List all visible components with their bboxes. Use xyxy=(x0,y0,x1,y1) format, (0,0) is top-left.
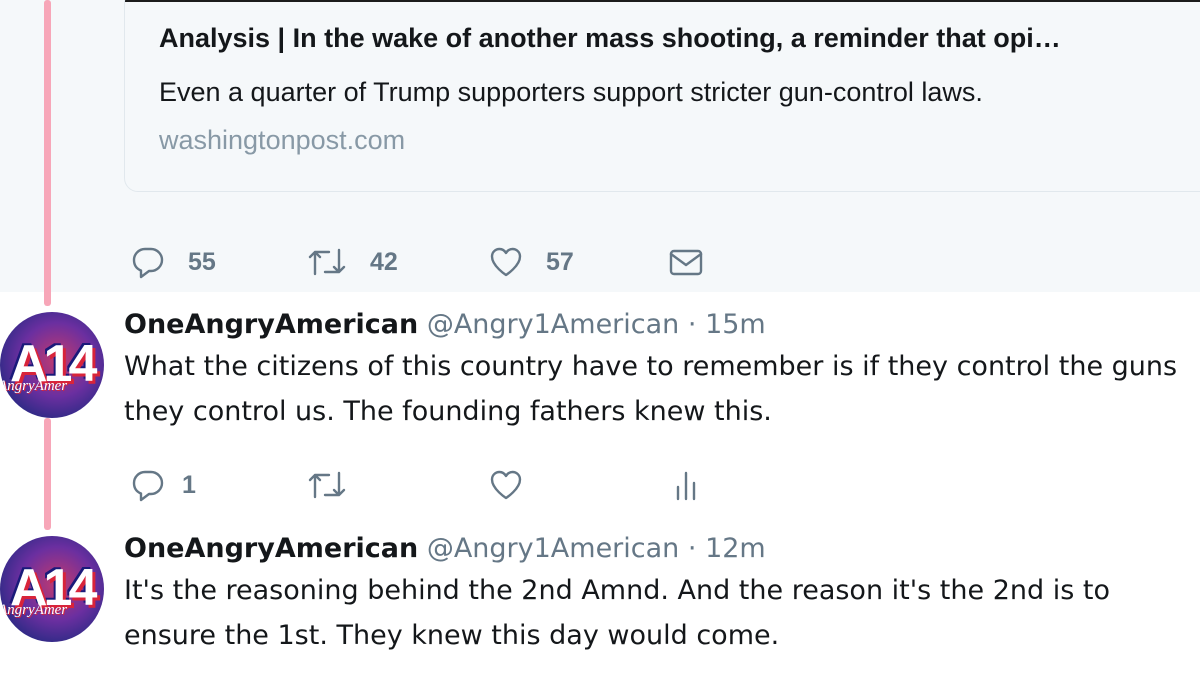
like-button[interactable] xyxy=(488,468,524,502)
original-tweet: Analysis | In the wake of another mass s… xyxy=(0,0,1200,292)
link-card-description: Even a quarter of Trump supporters suppo… xyxy=(159,77,983,107)
link-card-domain: washingtonpost.com xyxy=(159,125,406,155)
thread-line xyxy=(44,0,51,306)
retweet-icon xyxy=(308,248,346,276)
avatar-logo-subtext: AngryAmer xyxy=(0,378,68,394)
separator-dot: · xyxy=(687,309,697,340)
retweet-count: 42 xyxy=(370,247,398,276)
tweet-header: OneAngryAmerican @Angry1American · 12m xyxy=(124,532,766,566)
analytics-icon xyxy=(676,471,696,501)
link-card-image xyxy=(125,0,1200,2)
retweet-button[interactable]: 42 xyxy=(306,245,398,279)
reply-button[interactable]: 1 xyxy=(130,468,196,502)
tweet-header: OneAngryAmerican @Angry1American · 15m xyxy=(124,308,766,342)
like-icon xyxy=(490,247,522,277)
thread-line xyxy=(44,418,51,530)
separator-dot: · xyxy=(687,533,697,564)
tweet-text: What the citizens of this country have t… xyxy=(124,351,1178,427)
link-card-title[interactable]: Analysis | In the wake of another mass s… xyxy=(159,21,1200,55)
analytics-button[interactable] xyxy=(668,468,704,502)
reply-count: 55 xyxy=(188,247,216,276)
direct-message-button[interactable] xyxy=(668,245,704,279)
retweet-icon xyxy=(308,471,346,499)
like-count: 57 xyxy=(546,247,574,276)
reply-count: 1 xyxy=(182,470,196,499)
reply-button[interactable]: 55 xyxy=(130,245,216,279)
avatar[interactable]: A14 AngryAmer xyxy=(0,536,104,642)
display-name[interactable]: OneAngryAmerican xyxy=(124,533,418,564)
tweet-text: It's the reasoning behind the 2nd Amnd. … xyxy=(124,575,1110,651)
user-handle[interactable]: @Angry1American xyxy=(427,309,679,340)
like-icon xyxy=(490,470,522,500)
link-card[interactable]: Analysis | In the wake of another mass s… xyxy=(124,0,1200,192)
retweet-button[interactable] xyxy=(306,468,348,502)
reply-icon xyxy=(132,470,164,502)
avatar[interactable]: A14 AngryAmer xyxy=(0,312,104,418)
reply-icon xyxy=(132,247,164,279)
avatar-logo-subtext: AngryAmer xyxy=(0,602,68,618)
user-handle[interactable]: @Angry1American xyxy=(427,533,679,564)
timestamp[interactable]: 12m xyxy=(705,533,766,564)
message-icon xyxy=(669,249,703,276)
like-button[interactable]: 57 xyxy=(488,245,574,279)
display-name[interactable]: OneAngryAmerican xyxy=(124,309,418,340)
timestamp[interactable]: 15m xyxy=(705,309,766,340)
